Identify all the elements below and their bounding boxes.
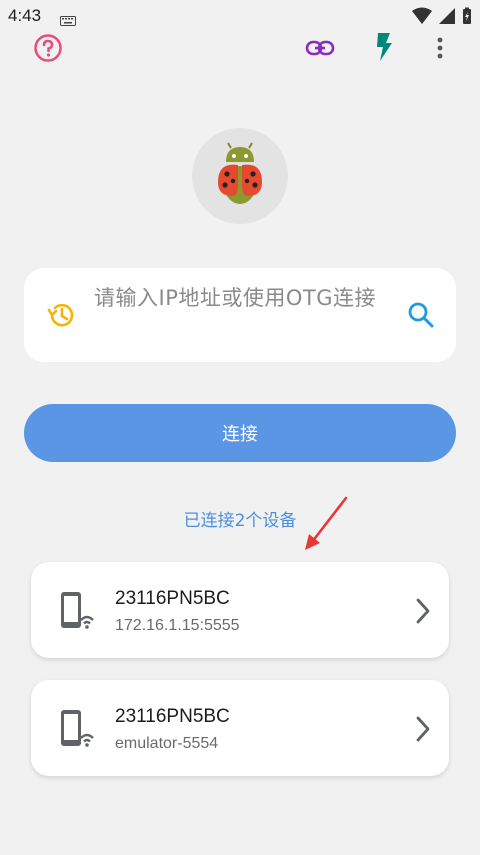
wifi-icon [412,7,432,29]
address-input-card[interactable]: 请输入IP地址或使用OTG连接 [24,268,456,362]
search-icon[interactable] [406,300,436,330]
more-options-button[interactable] [424,32,456,68]
status-time: 4:43 [8,6,42,25]
help-icon [33,33,63,67]
chevron-right-icon [413,715,433,743]
flash-icon [374,32,394,66]
link-button[interactable] [300,32,340,68]
connected-devices-label[interactable]: 已连接2个设备 [0,506,480,531]
link-icon [305,39,335,61]
signal-icon [438,7,456,29]
more-vert-icon [437,37,443,63]
device-list-item[interactable]: 23116PN5BC emulator-5554 [31,680,449,776]
device-address: emulator-5554 [115,735,219,752]
ladybug-android-logo [204,138,276,214]
address-input[interactable]: 请输入IP地址或使用OTG连接 [94,282,394,315]
phone-wifi-icon [57,708,97,750]
device-address: 172.16.1.15:5555 [115,617,240,634]
status-bar: 4:43 [0,0,480,34]
device-name: 23116PN5BC [115,588,230,609]
flash-button[interactable] [366,30,402,68]
history-icon[interactable] [46,300,76,330]
device-name: 23116PN5BC [115,706,230,727]
battery-charging-icon [462,7,472,29]
device-list-item[interactable]: 23116PN5BC 172.16.1.15:5555 [31,562,449,658]
connect-button[interactable]: 连接 [24,404,456,462]
app-logo [192,128,288,224]
help-button[interactable] [30,32,66,68]
chevron-right-icon [413,597,433,625]
keyboard-icon [60,11,76,30]
phone-wifi-icon [57,590,97,632]
red-arrow-annotation [300,494,350,556]
